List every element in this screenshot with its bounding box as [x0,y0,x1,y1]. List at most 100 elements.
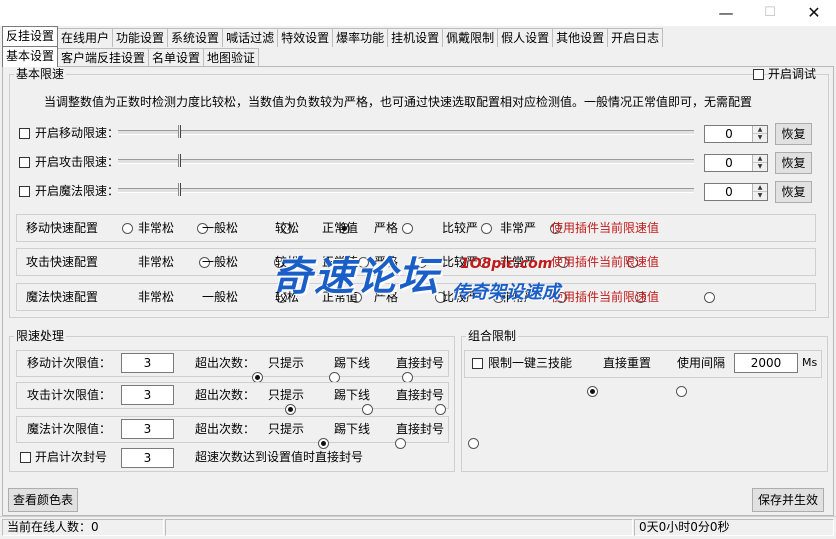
attack-speed-spin-buttons[interactable]: ▲ ▼ [752,155,767,171]
count-ban-checkbox[interactable] [20,452,31,463]
attack-speed-checkbox[interactable] [19,157,30,168]
magic-quick-option-label: 较松 [275,290,300,304]
move-quick-option-label: 一般松 [202,221,239,235]
move-count-limit-label: 移动计次限值： [27,356,112,370]
magic-quick-radio[interactable] [704,292,715,303]
spin-down-icon: ▼ [757,192,763,199]
speed-handling-title: 限速处理 [14,329,67,343]
move-action-label: 直接封号 [396,356,445,370]
move-quick-option-label: 非常严 [500,221,537,235]
spin-up-icon: ▲ [753,184,767,192]
magic-quick-label: 魔法快速配置 [26,290,99,304]
move-speed-slider[interactable] [118,130,694,135]
uptime: 0天0小时0分0秒 [634,519,834,536]
tab-log[interactable]: 开启日志 [607,28,664,47]
tab-system-settings[interactable]: 系统设置 [167,28,224,47]
tab-bots[interactable]: 假人设置 [497,28,554,47]
move-quick-label: 移动快速配置 [26,221,99,235]
tab-list-settings[interactable]: 名单设置 [148,48,205,67]
tab-equip-limit[interactable]: 佩戴限制 [442,28,499,47]
speed-hint: 当调整数值为正数时检测力度比较松，当数值为负数较为严格，也可通过快速选取配置相对… [44,95,753,109]
three-skill-checkbox[interactable] [472,358,483,369]
move-quick-option-label: 非常松 [138,221,175,235]
tab-online-users[interactable]: 在线用户 [57,28,114,47]
attack-count-limit-label: 攻击计次限值： [27,388,112,402]
spin-up-icon: ▲ [753,126,767,134]
attack-quick-radio[interactable] [358,257,369,268]
move-speed-slider-thumb[interactable] [178,125,181,138]
magic-speed-checkbox[interactable] [19,186,30,197]
attack-action-radio[interactable] [435,404,446,415]
count-ban-input[interactable] [121,448,174,468]
tab-anti-cheat[interactable]: 反挂设置 [2,26,59,47]
attack-action-label: 踢下线 [334,388,371,402]
view-colors-button[interactable]: 查看颜色表 [8,488,78,512]
move-quick-radio[interactable] [122,223,133,234]
combo-reset-radio[interactable] [587,386,598,397]
magic-action-radio[interactable] [395,438,406,449]
attack-speed-value[interactable] [705,155,753,171]
magic-speed-spin-buttons[interactable]: ▲ ▼ [752,184,767,200]
title-bar: — ☐ ✕ [0,0,836,26]
tab-basic-settings[interactable]: 基本设置 [2,46,59,67]
minimize-icon[interactable]: — [704,0,748,26]
magic-action-radio[interactable] [318,438,329,449]
move-speed-value[interactable] [705,126,753,142]
magic-count-limit-input[interactable] [121,419,174,439]
move-count-limit-input[interactable] [121,353,174,373]
maximize-icon[interactable]: ☐ [748,0,792,26]
attack-action-label: 直接封号 [396,388,445,402]
magic-count-limit-value[interactable] [122,420,173,438]
attack-count-limit-input[interactable] [121,385,174,405]
attack-speed-spinner[interactable]: ▲▼ [704,154,768,172]
combo-interval-radio[interactable] [675,386,687,397]
attack-quick-radio[interactable] [479,257,490,268]
attack-quick-radio[interactable] [416,257,427,268]
combo-interval-value[interactable] [735,354,797,372]
attack-action-radio[interactable] [285,404,296,415]
close-icon[interactable]: ✕ [792,0,836,26]
attack-speed-restore-button[interactable]: 恢复 [775,152,812,174]
tab-effects[interactable]: 特效设置 [277,28,334,47]
debug-checkbox[interactable] [753,69,764,80]
three-skill-label: 限制一键三技能 [488,356,573,370]
move-speed-spinner[interactable]: ▲▼ [704,125,768,143]
magic-quick-option-label: 比较严 [442,290,479,304]
attack-action-radio[interactable] [362,404,373,415]
magic-quick-row [16,283,816,311]
attack-speed-slider-thumb[interactable] [178,154,181,167]
magic-speed-restore-button[interactable]: 恢复 [775,181,812,203]
attack-quick-option-label: 比较严 [442,255,479,269]
combo-interval-input[interactable] [734,353,798,373]
tab-drop-rate[interactable]: 爆率功能 [332,28,389,47]
magic-quick-note: 使用插件当前限速值 [551,290,660,304]
move-action-label: 踢下线 [334,356,371,370]
magic-speed-slider-thumb[interactable] [178,183,181,196]
attack-speed-slider[interactable] [118,159,694,164]
attack-quick-note: 使用插件当前限速值 [551,255,660,269]
move-action-label: 只提示 [268,356,305,370]
attack-count-limit-value[interactable] [122,386,173,404]
move-speed-spin-buttons[interactable]: ▲ ▼ [752,126,767,142]
magic-speed-spinner[interactable]: ▲▼ [704,183,768,201]
magic-quick-option-label: 非常松 [138,290,175,304]
attack-quick-option-label: 一般松 [202,255,239,269]
move-quick-option-label: 较松 [275,221,300,235]
move-speed-restore-button[interactable]: 恢复 [775,123,812,145]
magic-action-label: 踢下线 [334,422,371,436]
tab-other[interactable]: 其他设置 [552,28,609,47]
online-count: 当前在线人数：0 [2,519,164,536]
save-apply-button[interactable]: 保存并生效 [752,488,824,512]
tab-chat-filter[interactable]: 喊话过滤 [222,28,279,47]
move-speed-checkbox[interactable] [19,128,30,139]
magic-speed-slider[interactable] [118,188,694,193]
move-quick-radio[interactable] [481,223,492,234]
tab-client-anticheat[interactable]: 客户端反挂设置 [57,48,150,67]
count-ban-value[interactable] [122,449,173,467]
move-count-limit-value[interactable] [122,354,173,372]
move-quick-radio[interactable] [402,223,413,234]
tab-map-verify[interactable]: 地图验证 [203,48,260,67]
tab-feature-settings[interactable]: 功能设置 [112,28,169,47]
magic-speed-value[interactable] [705,184,753,200]
tab-afk[interactable]: 挂机设置 [387,28,444,47]
